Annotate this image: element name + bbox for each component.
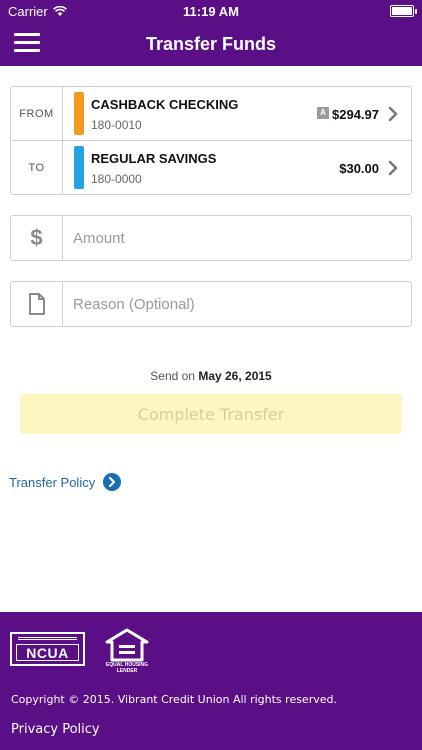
to-account-row[interactable]: TO REGULAR SAVINGS 180-0000 $30.00 [11,141,411,195]
chevron-right-icon [388,106,398,122]
available-badge: A [317,107,329,119]
dollar-icon: $ [30,225,43,250]
to-label: TO [11,141,63,195]
equal-housing-lender-logo: EQUAL HOUSING LENDER [103,628,151,676]
battery-icon [390,5,417,17]
complete-transfer-button[interactable]: Complete Transfer [20,394,402,434]
amount-input[interactable] [73,216,403,260]
privacy-policy-link[interactable]: Privacy Policy [11,722,100,737]
account-selector: FROM CASHBACK CHECKING 180-0010 A $294.9… [10,86,412,195]
from-account-color-bar [74,92,84,135]
footer: NCUA EQUAL HOUSING LENDER Copyright © 20… [0,612,422,750]
send-date-text: Send on May 26, 2015 [0,369,422,383]
reason-field [10,281,412,327]
ehl-logo-text: EQUAL HOUSING LENDER [105,662,149,674]
to-account-number: 180-0000 [91,172,142,186]
amount-field: $ [10,215,412,261]
status-bar: Carrier 11:19 AM [0,0,422,22]
send-on-prefix: Send on [150,369,195,383]
clock: 11:19 AM [183,4,239,19]
to-account-name: REGULAR SAVINGS [91,151,217,166]
to-account-balance: $30.00 [339,161,379,176]
page-title: Transfer Funds [145,34,277,54]
transfer-policy-label: Transfer Policy [9,474,96,490]
from-account-number: 180-0010 [91,118,142,132]
from-account-name: CASHBACK CHECKING [91,97,239,112]
copyright-text: Copyright © 2015. Vibrant Credit Union A… [11,693,337,706]
from-label: FROM [11,87,63,141]
document-icon [28,293,45,315]
app-screen: Carrier 11:19 AM Transfer Funds FROM CAS… [0,0,422,750]
reason-input[interactable] [73,282,403,326]
nav-bar: Transfer Funds [0,22,422,66]
from-account-balance: $294.97 [332,107,379,122]
house-icon [105,628,149,662]
to-account-color-bar [74,146,84,189]
from-account-row[interactable]: FROM CASHBACK CHECKING 180-0010 A $294.9… [11,87,411,141]
ncua-logo-text: NCUA [16,644,79,661]
chevron-right-circle-icon [103,473,122,491]
transfer-policy-link[interactable]: Transfer Policy [9,473,122,491]
send-on-date[interactable]: May 26, 2015 [198,369,271,383]
ncua-logo: NCUA [10,632,85,666]
chevron-right-icon [388,160,398,176]
